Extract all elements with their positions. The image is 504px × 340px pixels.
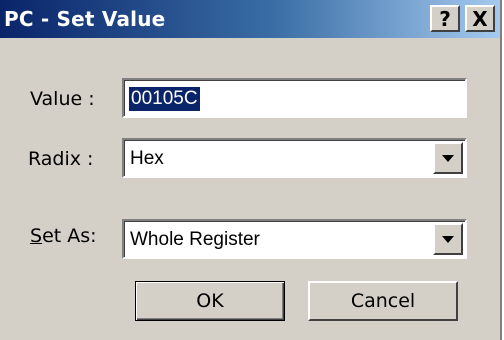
- radix-dropdown-button[interactable]: [433, 142, 463, 174]
- setas-label-rest: et As:: [42, 225, 97, 247]
- cancel-button[interactable]: Cancel: [308, 281, 458, 321]
- close-button[interactable]: X: [465, 5, 495, 32]
- setas-label: Set As:: [30, 225, 97, 247]
- title-bar[interactable]: PC - Set Value ? X: [0, 0, 500, 38]
- setas-selected-value: Whole Register: [130, 229, 260, 250]
- help-button[interactable]: ?: [430, 5, 460, 32]
- chevron-down-icon: [442, 235, 454, 243]
- setas-select[interactable]: Whole Register: [122, 219, 467, 259]
- setas-dropdown-button[interactable]: [433, 223, 463, 255]
- value-input-text: 00105C: [129, 87, 200, 111]
- setas-label-mnemonic: S: [30, 225, 43, 247]
- value-label: Value :: [30, 88, 95, 110]
- radix-selected-value: Hex: [130, 148, 164, 169]
- radix-select[interactable]: Hex: [122, 138, 467, 178]
- chevron-down-icon: [442, 154, 454, 162]
- window-title: PC - Set Value: [4, 7, 166, 31]
- question-icon: ?: [439, 6, 451, 31]
- radix-label: Radix :: [28, 148, 94, 170]
- close-icon: X: [472, 6, 488, 31]
- value-input[interactable]: 00105C: [122, 78, 467, 118]
- ok-button[interactable]: OK: [135, 281, 285, 321]
- set-value-dialog: PC - Set Value ? X Value : 00105C Radix …: [0, 0, 502, 340]
